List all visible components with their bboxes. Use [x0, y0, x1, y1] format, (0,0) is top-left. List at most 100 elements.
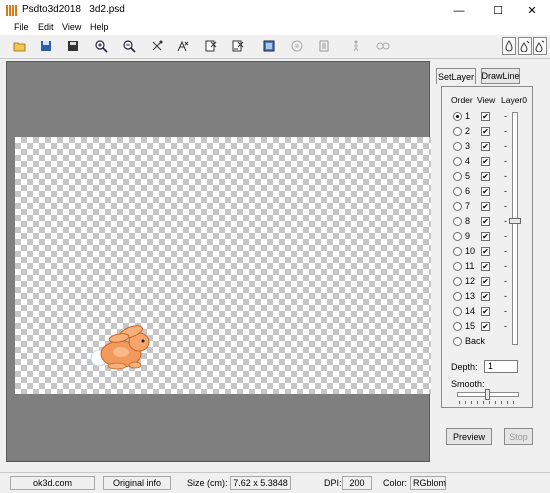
layer-row-radio[interactable] — [453, 127, 462, 136]
dpi-value: 200 — [342, 476, 372, 490]
layer-row-radio[interactable] — [453, 142, 462, 151]
layer-row-view-checkbox[interactable]: ✔ — [481, 127, 490, 136]
menu-file[interactable]: File — [14, 22, 29, 32]
layer-row-radio[interactable] — [453, 247, 462, 256]
layer-row-depth-dash: - — [504, 126, 507, 136]
preview-button[interactable]: Preview — [446, 428, 492, 445]
menu-bar: File Edit View Help — [0, 21, 550, 35]
layer-row-radio[interactable] — [453, 202, 462, 211]
layer-row-radio[interactable] — [453, 292, 462, 301]
tool-layer-icon[interactable] — [317, 39, 331, 53]
zoom-in-icon[interactable] — [94, 39, 108, 53]
layer-row-number: 12 — [465, 276, 476, 286]
layer-row-view-checkbox[interactable]: ✔ — [481, 277, 490, 286]
original-info-button[interactable]: Original info — [103, 476, 171, 490]
layer-row-view-checkbox[interactable]: ✔ — [481, 142, 490, 151]
canvas-viewport[interactable] — [6, 61, 431, 462]
layer-row-radio[interactable] — [453, 307, 462, 316]
link-icon[interactable] — [376, 39, 390, 53]
layer-row-radio[interactable] — [453, 217, 462, 226]
layer-row-radio[interactable] — [453, 112, 462, 121]
layer-row-depth-dash: - — [504, 201, 507, 211]
layer-row-radio[interactable] — [453, 172, 462, 181]
layer-row-radio[interactable] — [453, 157, 462, 166]
layer-row-depth-dash: - — [504, 321, 507, 331]
depth-input[interactable]: 1 — [484, 360, 518, 373]
size-value: 7.62 x 5.3848 — [230, 476, 291, 490]
menu-help[interactable]: Help — [90, 22, 109, 32]
layer-row-view-checkbox[interactable]: ✔ — [481, 172, 490, 181]
close-button[interactable]: ✕ — [514, 0, 550, 21]
mode-1-icon[interactable] — [502, 37, 516, 55]
layer-row-view-checkbox[interactable]: ✔ — [481, 232, 490, 241]
menu-edit[interactable]: Edit — [38, 22, 54, 32]
tool-ax-icon[interactable] — [176, 39, 190, 53]
layer-row-view-checkbox[interactable]: ✔ — [481, 202, 490, 211]
layer-row-number: 9 — [465, 231, 471, 241]
save-icon[interactable] — [39, 39, 53, 53]
mode-2-icon[interactable] — [518, 37, 532, 55]
layer-row-depth-dash: - — [504, 156, 507, 166]
layer-row-number: 3 — [465, 141, 471, 151]
layer-row-view-checkbox[interactable]: ✔ — [481, 322, 490, 331]
circle-icon[interactable] — [290, 39, 304, 53]
size-label: Size (cm): — [187, 478, 228, 488]
mode-3-icon[interactable] — [533, 37, 547, 55]
layer-row-number: 8 — [465, 216, 471, 226]
layer-row-view-checkbox[interactable]: ✔ — [481, 307, 490, 316]
walk-icon[interactable] — [349, 39, 363, 53]
layer-row-radio[interactable] — [453, 322, 462, 331]
render-icon[interactable] — [262, 39, 276, 53]
layer-row-view-checkbox[interactable]: ✔ — [481, 112, 490, 121]
tab-setlayer[interactable]: SetLayer — [436, 68, 476, 84]
menu-view[interactable]: View — [62, 22, 81, 32]
layer-row-number: 14 — [465, 306, 476, 316]
tool-layer-ax-icon[interactable] — [231, 39, 245, 53]
layer-row-depth-dash: - — [504, 171, 507, 181]
layer-row-depth-dash: - — [504, 261, 507, 271]
color-label: Color: — [383, 478, 408, 488]
tab-drawline[interactable]: DrawLine — [481, 68, 520, 84]
header-layer0: Layer0 — [501, 95, 527, 105]
layer-row-number: 15 — [465, 321, 476, 331]
transparent-canvas[interactable] — [15, 137, 431, 394]
rabbit-image — [90, 325, 150, 370]
layer-row-radio[interactable] — [453, 337, 462, 346]
title-bar: Psdto3d2018 3d2.psd — ☐ ✕ — [0, 0, 550, 21]
save-as-icon[interactable] — [66, 39, 80, 53]
tool-layer-x-icon[interactable] — [204, 39, 218, 53]
layer-row-radio[interactable] — [453, 262, 462, 271]
toolbar — [0, 35, 550, 59]
layer-row-radio[interactable] — [453, 232, 462, 241]
layer-depth-slider-track[interactable] — [512, 112, 518, 345]
layer-row-depth-dash: - — [504, 186, 507, 196]
layer-row-radio[interactable] — [453, 277, 462, 286]
minimize-button[interactable]: — — [441, 0, 477, 21]
stop-button[interactable]: Stop — [504, 428, 533, 445]
layer-row-depth-dash: - — [504, 246, 507, 256]
layer-row-radio[interactable] — [453, 187, 462, 196]
smooth-label: Smooth: — [451, 379, 485, 389]
tool-x-icon[interactable] — [150, 39, 164, 53]
layer-row-view-checkbox[interactable]: ✔ — [481, 262, 490, 271]
layer-depth-slider-thumb[interactable] — [509, 218, 521, 224]
layer-row-view-checkbox[interactable]: ✔ — [481, 217, 490, 226]
window-title: Psdto3d2018 3d2.psd — [22, 4, 125, 15]
open-icon[interactable] — [12, 39, 26, 53]
layer-row-view-checkbox[interactable]: ✔ — [481, 157, 490, 166]
layer-row-number: Back — [465, 336, 486, 346]
layer-row-number: 13 — [465, 291, 476, 301]
layer-row-view-checkbox[interactable]: ✔ — [481, 187, 490, 196]
layer-row-depth-dash: - — [504, 276, 507, 286]
smooth-slider-ticks — [459, 401, 517, 404]
layer-row-number: 10 — [465, 246, 476, 256]
layer-row-view-checkbox[interactable]: ✔ — [481, 247, 490, 256]
layer-row-number: 1 — [465, 111, 471, 121]
layer-row-view-checkbox[interactable]: ✔ — [481, 292, 490, 301]
layer-row-depth-dash: - — [504, 291, 507, 301]
layer-row-depth-dash: - — [504, 231, 507, 241]
color-value: RGblom — [410, 476, 446, 490]
zoom-out-icon[interactable] — [122, 39, 136, 53]
maximize-button[interactable]: ☐ — [480, 0, 516, 21]
smooth-slider-thumb[interactable] — [485, 389, 490, 400]
